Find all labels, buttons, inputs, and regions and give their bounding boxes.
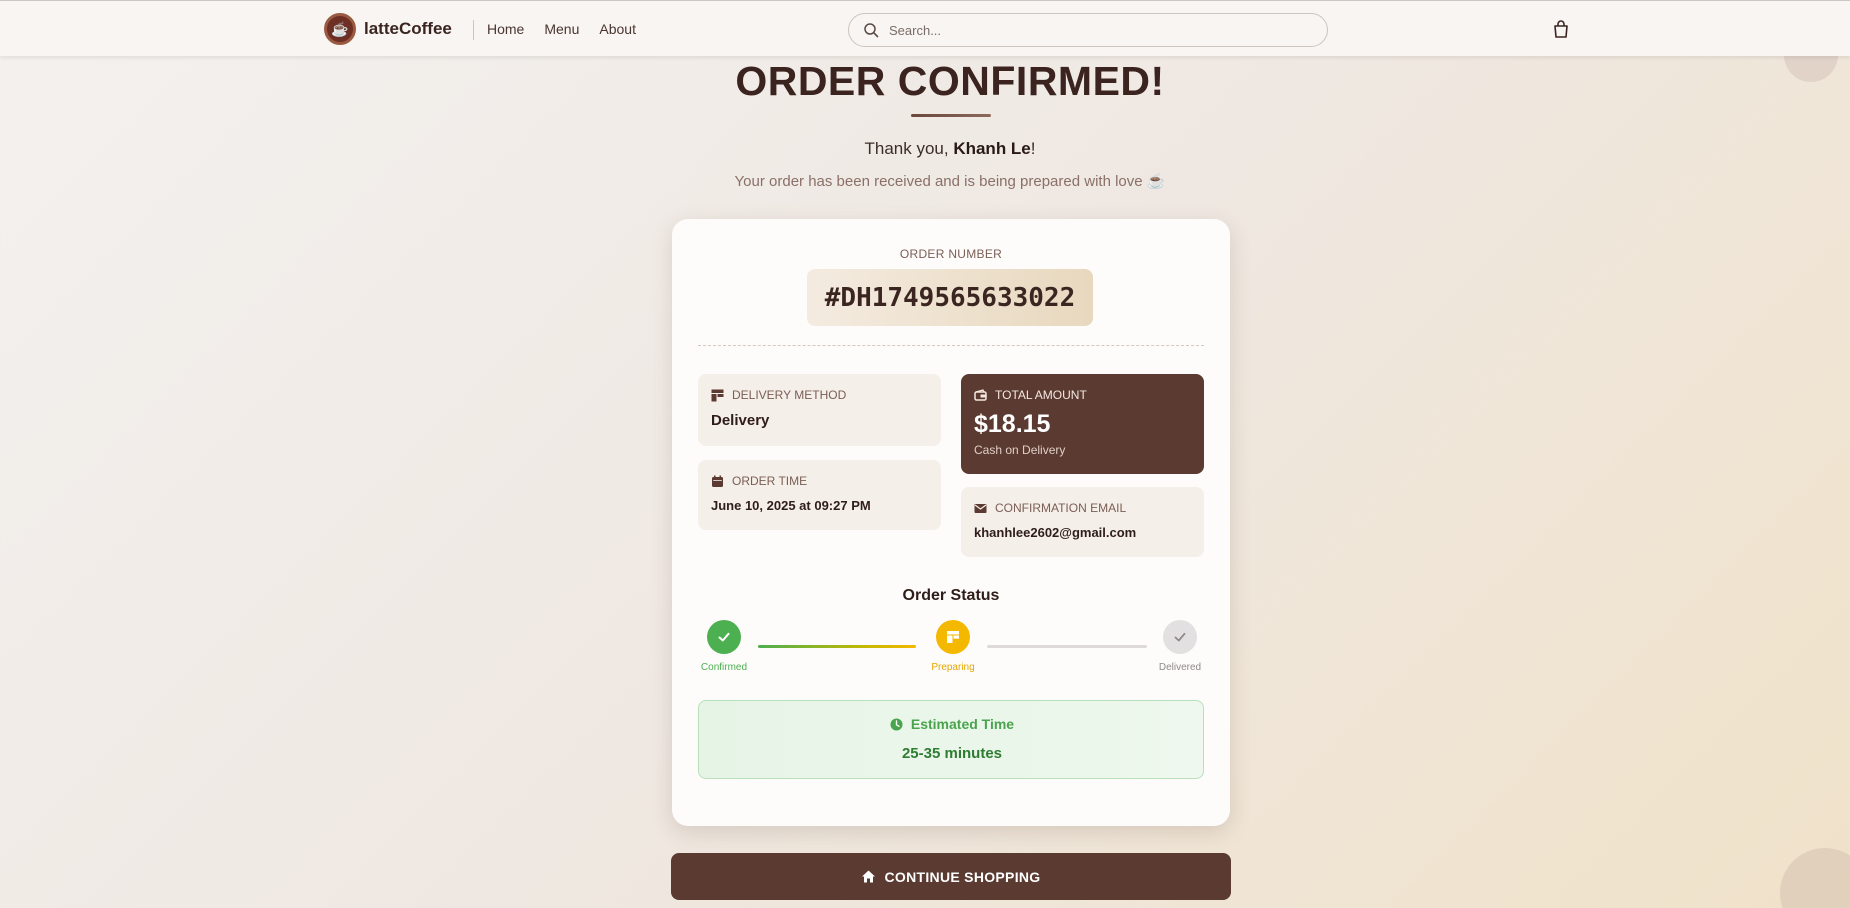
estimated-time-box: Estimated Time 25-35 minutes [698,700,1204,779]
estimated-time-label: Estimated Time [910,716,1015,732]
nav-link-home[interactable]: Home [487,21,524,37]
estimated-time-value: 25-35 minutes [901,745,1003,762]
check-icon [1174,632,1186,642]
order-subtitle: Your order has been received and is bein… [734,173,1166,190]
page-title: ORDER CONFIRMED! [735,58,1165,104]
search-bar [848,13,1328,47]
brand-logo[interactable]: ☕ latteCoffee [324,13,452,45]
progress-line-confirmed-preparing [758,645,916,648]
thanks-suffix: ! [1030,139,1036,158]
search-input[interactable] [889,22,1309,38]
cart-icon[interactable] [1551,19,1571,39]
order-number: #DH1749565633022 [807,269,1093,326]
order-card: ORDER NUMBER #DH1749565633022 DELIVERY M… [672,219,1230,826]
delivery-method-label: DELIVERY METHOD [732,388,847,402]
status-step-preparing: Preparing [923,620,983,673]
continue-shopping-label: CONTINUE SHOPPING [884,868,1041,885]
customer-name: Khanh Le [953,139,1031,158]
total-amount-label: TOTAL AMOUNT [995,388,1087,402]
nav-links: Home Menu About [487,21,636,37]
order-time-label: ORDER TIME [732,474,808,488]
status-step-delivered: Delivered [1150,620,1210,673]
store-icon [947,631,959,643]
confirmation-email-label: CONFIRMATION EMAIL [995,501,1127,515]
brand-name: latteCoffee [364,19,452,38]
status-step-confirmed: Confirmed [694,620,754,673]
status-step-label: Confirmed [700,662,748,673]
check-icon [718,632,730,642]
total-amount-box: TOTAL AMOUNT $18.15 Cash on Delivery [961,374,1204,474]
delivery-method-box: DELIVERY METHOD Delivery [698,374,941,446]
divider [698,345,1204,346]
mail-icon [974,503,987,513]
nav-divider [473,20,474,40]
calendar-icon [712,475,723,487]
decor-circle [1780,848,1850,908]
total-amount-value: $18.15 [974,410,1051,438]
nav-link-about[interactable]: About [599,21,636,37]
order-time-box: ORDER TIME June 10, 2025 at 09:27 PM [698,460,941,530]
order-status-title: Order Status [902,587,1000,604]
thank-you-message: Thank you, Khanh Le! [0,139,1850,159]
navbar: ☕ latteCoffee Home Menu About [0,0,1850,56]
wallet-icon [974,388,987,401]
clock-icon [890,718,903,730]
title-underline [911,114,991,117]
store-icon [711,389,724,401]
order-number-label: ORDER NUMBER [899,247,1003,261]
order-time-value: June 10, 2025 at 09:27 PM [711,498,871,513]
status-step-label: Preparing [931,662,975,673]
confirmation-email-box: CONFIRMATION EMAIL khanhlee2602@gmail.co… [961,487,1204,557]
progress-line-preparing-delivered [987,645,1147,648]
confirmation-email-value: khanhlee2602@gmail.com [974,525,1137,540]
home-icon [862,870,876,883]
search-icon [864,23,879,38]
nav-link-menu[interactable]: Menu [544,21,579,37]
thanks-prefix: Thank you, [864,139,954,158]
coffee-logo-icon: ☕ [324,13,356,45]
status-step-label: Delivered [1158,662,1202,673]
payment-method: Cash on Delivery [974,443,1066,457]
continue-shopping-button[interactable]: CONTINUE SHOPPING [671,853,1231,900]
delivery-method-value: Delivery [711,412,770,429]
